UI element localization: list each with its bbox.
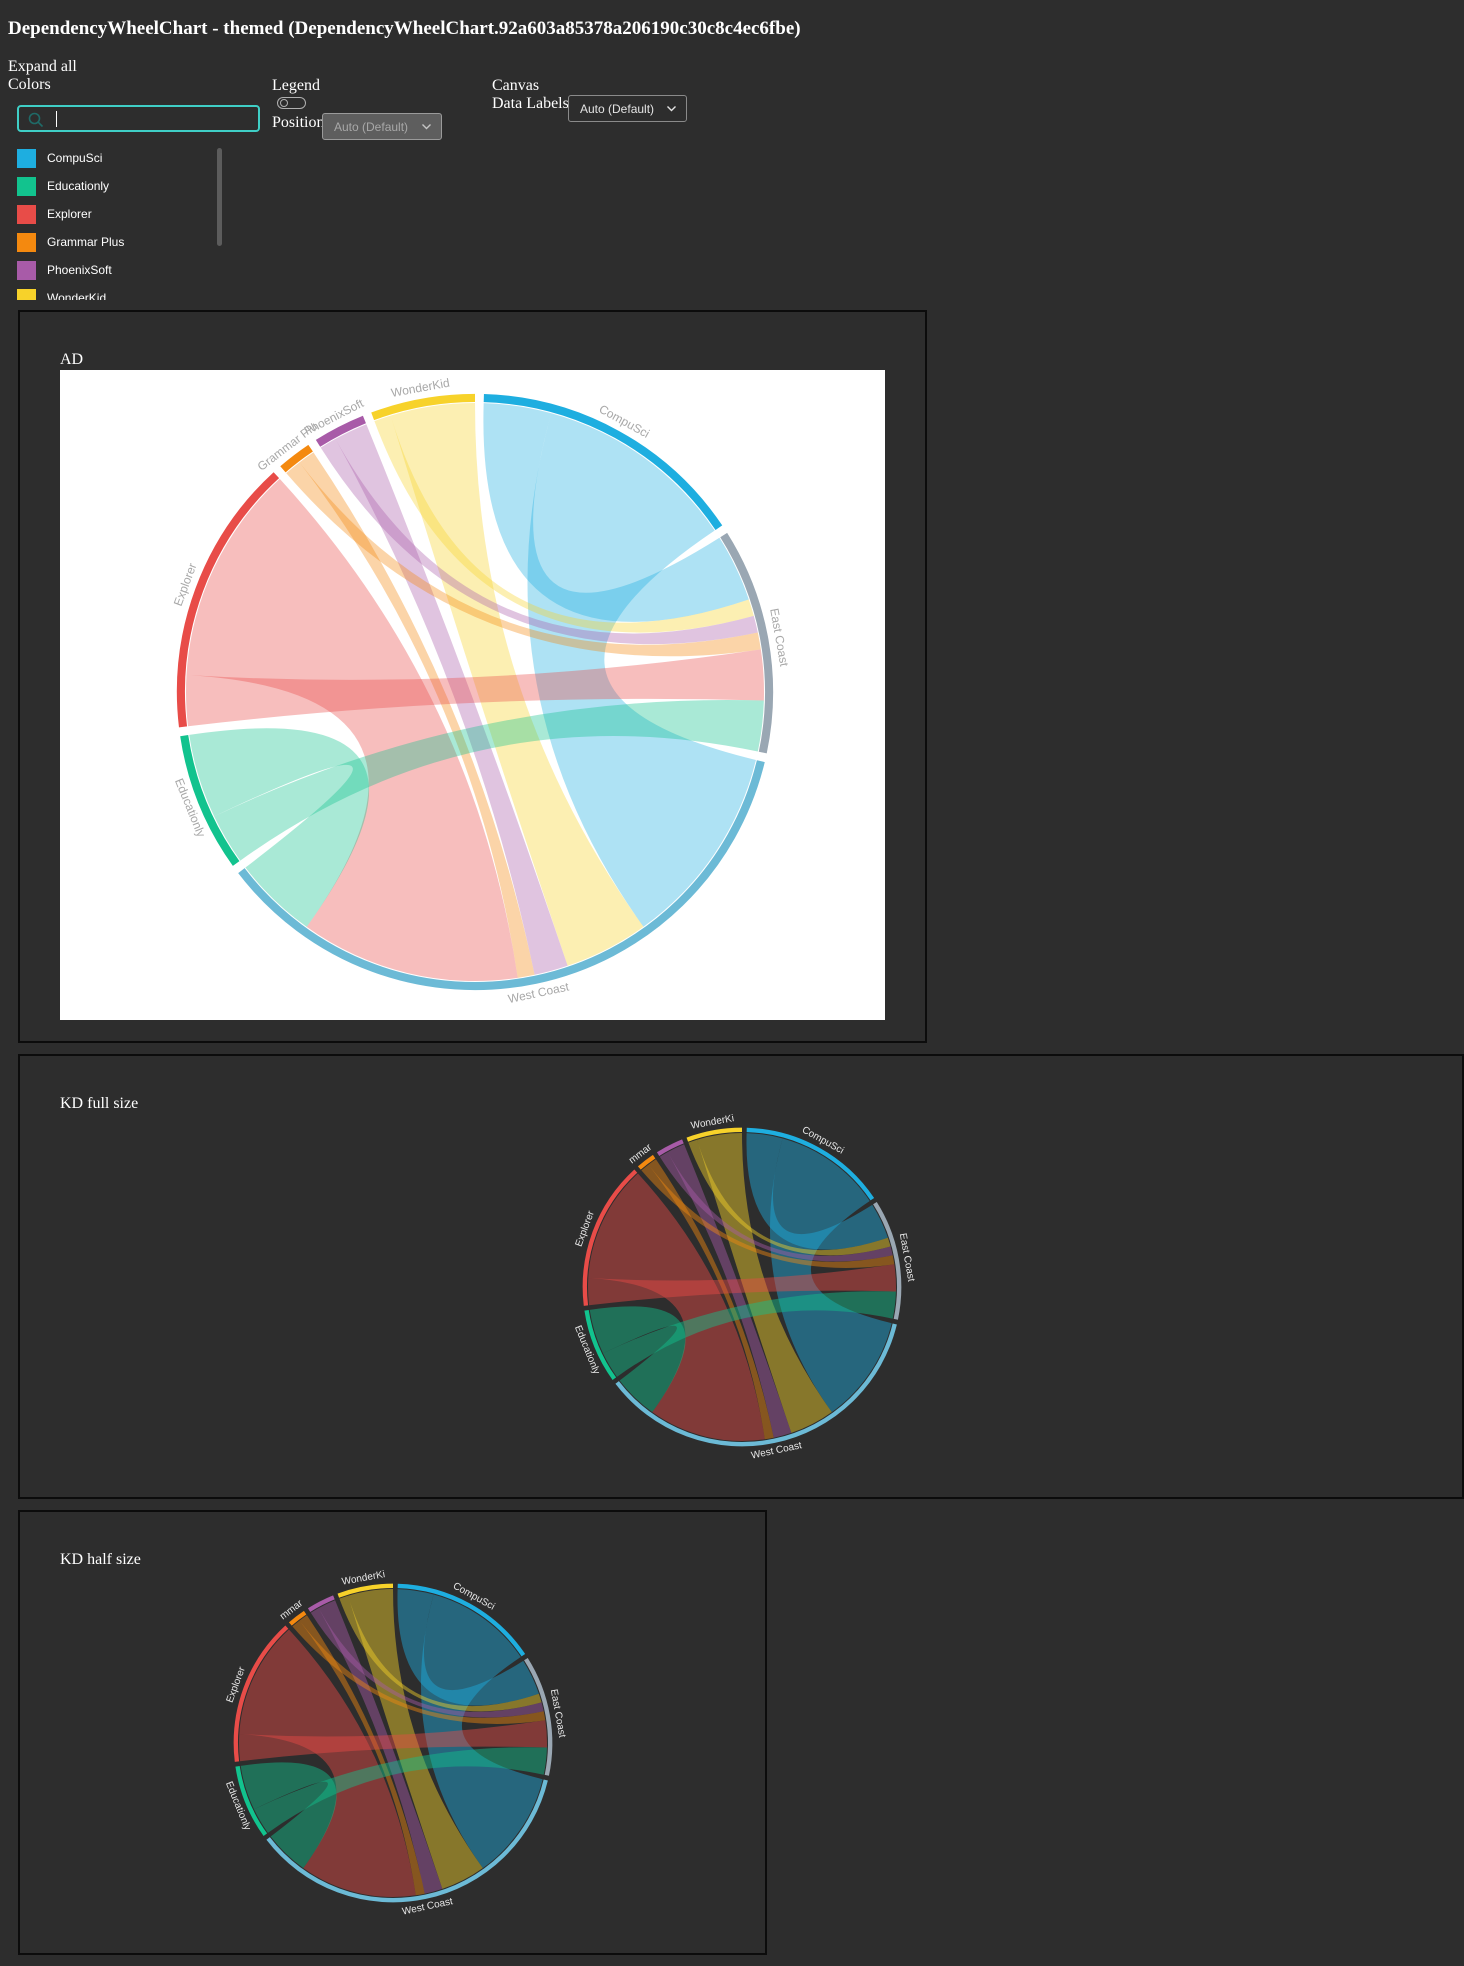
color-item-grammar-plus[interactable]: Grammar Plus: [17, 228, 124, 256]
color-item-label: PhoenixSoft: [47, 263, 112, 277]
color-item-explorer[interactable]: Explorer: [17, 200, 92, 228]
toggle-knob: [280, 99, 288, 107]
position-label: Position: [272, 114, 325, 131]
color-item-label: Educationly: [47, 179, 110, 193]
color-item-phoenixsoft[interactable]: PhoenixSoft: [17, 256, 112, 284]
page-title: DependencyWheelChart - themed (Dependenc…: [8, 18, 801, 39]
color-search-box[interactable]: [17, 105, 260, 132]
chevron-down-icon: [422, 124, 431, 130]
color-item-label: Explorer: [47, 207, 92, 221]
panel-kd-full: [18, 1054, 1464, 1499]
color-item-label: WonderKid: [47, 291, 107, 300]
chevron-down-icon: [667, 106, 676, 112]
position-select-value: Auto (Default): [334, 119, 409, 134]
data-labels-select-value: Auto (Default): [580, 101, 655, 116]
color-swatch: [17, 288, 36, 300]
color-swatch: [17, 232, 36, 252]
expand-all-link[interactable]: Expand all: [8, 58, 77, 76]
position-select[interactable]: Auto (Default): [322, 113, 442, 140]
color-search-input[interactable]: [53, 109, 249, 128]
color-item-wonderkid[interactable]: WonderKid: [17, 284, 106, 300]
legend-toggle[interactable]: [277, 97, 306, 109]
color-swatch: [17, 260, 36, 280]
data-labels-select[interactable]: Auto (Default): [568, 95, 687, 122]
colors-label: Colors: [8, 76, 51, 93]
panel-kd-half: [18, 1510, 767, 1955]
chart-canvas-ad: [60, 370, 885, 1020]
canvas-label: Canvas: [492, 77, 540, 94]
panel-title-kd-half: KD half size: [60, 1551, 141, 1568]
color-swatch: [17, 148, 36, 168]
panel-title-kd-full: KD full size: [60, 1095, 139, 1112]
color-item-compusci[interactable]: CompuSci: [17, 144, 102, 172]
color-item-educationly[interactable]: Educationly: [17, 172, 109, 200]
data-labels-label: Data Labels: [492, 95, 569, 112]
search-icon: [28, 112, 44, 128]
text-caret: [56, 111, 57, 127]
color-list[interactable]: CompuSci Educationly Explorer Grammar Pl…: [17, 144, 217, 300]
color-list-scrollbar[interactable]: [217, 148, 222, 246]
color-swatch: [17, 204, 36, 224]
color-swatch: [17, 176, 36, 196]
legend-label: Legend: [272, 77, 320, 94]
color-item-label: CompuSci: [47, 151, 103, 165]
color-item-label: Grammar Plus: [47, 235, 125, 249]
panel-title-ad: AD: [60, 351, 84, 368]
